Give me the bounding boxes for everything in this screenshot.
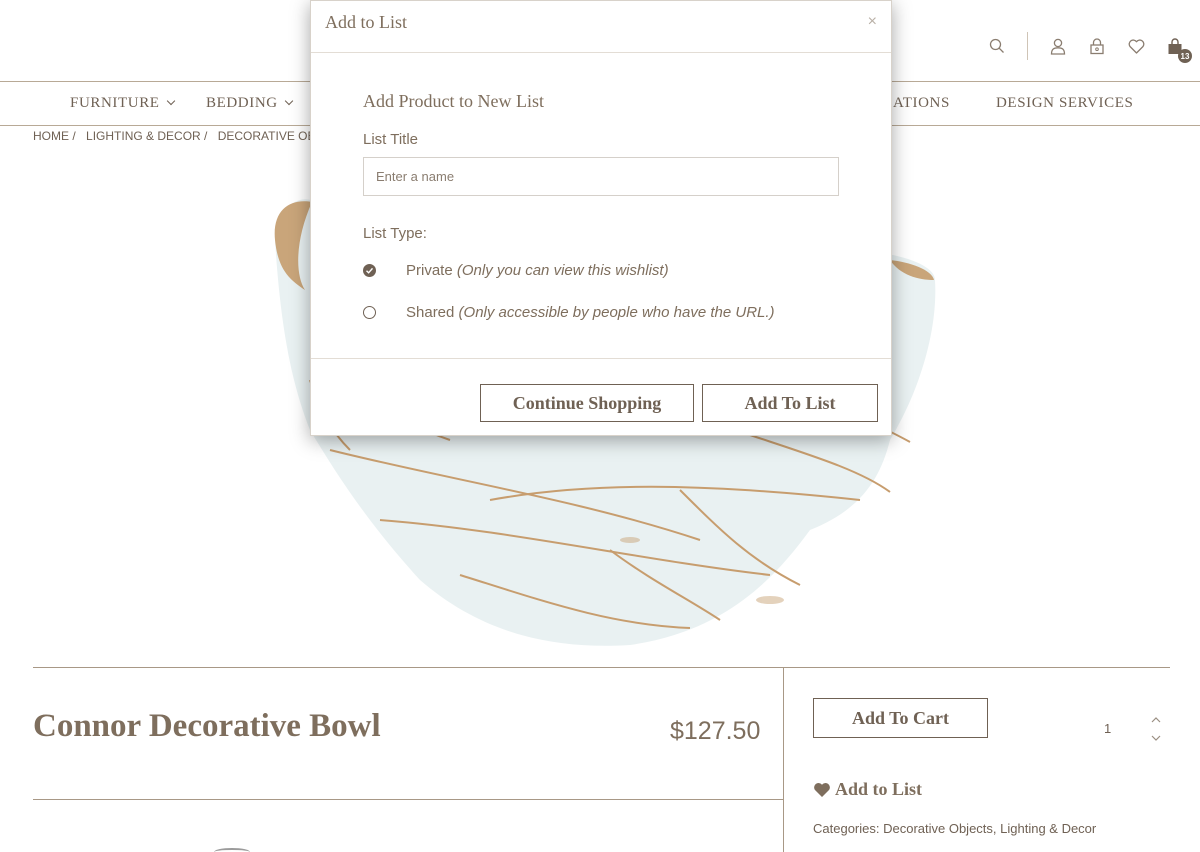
chevron-down-icon xyxy=(166,96,175,106)
section-divider xyxy=(33,667,1170,668)
add-to-list-modal: Add to List × Add Product to New List Li… xyxy=(310,0,892,436)
modal-footer-divider xyxy=(311,358,891,359)
section-divider xyxy=(33,799,783,800)
nav-item-label: BEDDING xyxy=(206,95,278,111)
nav-item-bedding[interactable]: BEDDING xyxy=(206,95,293,112)
list-title-label: List Title xyxy=(363,131,419,148)
add-to-list-link[interactable]: Add to List xyxy=(813,779,922,800)
stepper-arrows-icon[interactable] xyxy=(1149,716,1163,742)
option-private[interactable]: Private (Only you can view this wishlist… xyxy=(363,262,669,279)
radio-private[interactable] xyxy=(363,264,376,277)
continue-shopping-button[interactable]: Continue Shopping xyxy=(480,384,694,422)
cart-count-badge: 13 xyxy=(1178,49,1192,63)
lock-icon[interactable] xyxy=(1086,35,1108,57)
close-icon[interactable]: × xyxy=(868,13,877,31)
modal-header: Add to List × xyxy=(311,1,891,53)
header-icons: 13 xyxy=(969,32,1192,63)
option-label: Shared xyxy=(406,304,455,321)
thumbnail-partial xyxy=(214,848,250,852)
breadcrumb-home[interactable]: HOME / xyxy=(33,129,76,143)
list-type-label: List Type: xyxy=(363,225,427,242)
modal-subtitle: Add Product to New List xyxy=(363,91,544,111)
bag-icon[interactable]: 13 xyxy=(1164,35,1192,63)
add-to-list-button[interactable]: Add To List xyxy=(702,384,878,422)
nav-item-partial[interactable]: ATIONS xyxy=(893,95,950,112)
nav-item-furniture[interactable]: FURNITURE xyxy=(70,95,175,112)
add-to-list-label: Add to List xyxy=(835,779,923,799)
breadcrumb-lighting-decor[interactable]: LIGHTING & DECOR / xyxy=(86,129,207,143)
list-name-input[interactable] xyxy=(363,157,839,196)
breadcrumb: HOME / LIGHTING & DECOR / DECORATIVE OBJ… xyxy=(33,129,337,143)
quantity-stepper[interactable] xyxy=(1149,716,1163,742)
nav-item-design-services[interactable]: DESIGN SERVICES xyxy=(996,95,1133,112)
nav-item-label: ATIONS xyxy=(893,95,950,111)
radio-shared[interactable] xyxy=(363,306,376,319)
option-note: (Only accessible by people who have the … xyxy=(458,304,775,321)
heart-icon xyxy=(814,782,830,797)
header-divider xyxy=(1027,32,1028,60)
nav-item-label: FURNITURE xyxy=(70,95,160,111)
option-shared[interactable]: Shared (Only accessible by people who ha… xyxy=(363,304,775,321)
quantity-value[interactable]: 1 xyxy=(1104,721,1111,736)
product-categories: Categories: Decorative Objects, Lighting… xyxy=(813,821,1097,836)
option-label: Private xyxy=(406,262,453,279)
check-icon xyxy=(366,267,374,274)
nav-item-label: DESIGN SERVICES xyxy=(996,95,1134,111)
user-icon[interactable] xyxy=(1047,35,1069,57)
add-to-cart-button[interactable]: Add To Cart xyxy=(813,698,988,738)
option-note: (Only you can view this wishlist) xyxy=(456,262,669,279)
column-divider xyxy=(783,668,784,852)
product-price: $127.50 xyxy=(670,717,761,745)
chevron-down-icon xyxy=(284,96,293,106)
modal-title: Add to List xyxy=(325,12,408,32)
search-icon[interactable] xyxy=(986,35,1008,57)
heart-icon[interactable] xyxy=(1125,35,1147,57)
product-title: Connor Decorative Bowl xyxy=(33,708,381,744)
